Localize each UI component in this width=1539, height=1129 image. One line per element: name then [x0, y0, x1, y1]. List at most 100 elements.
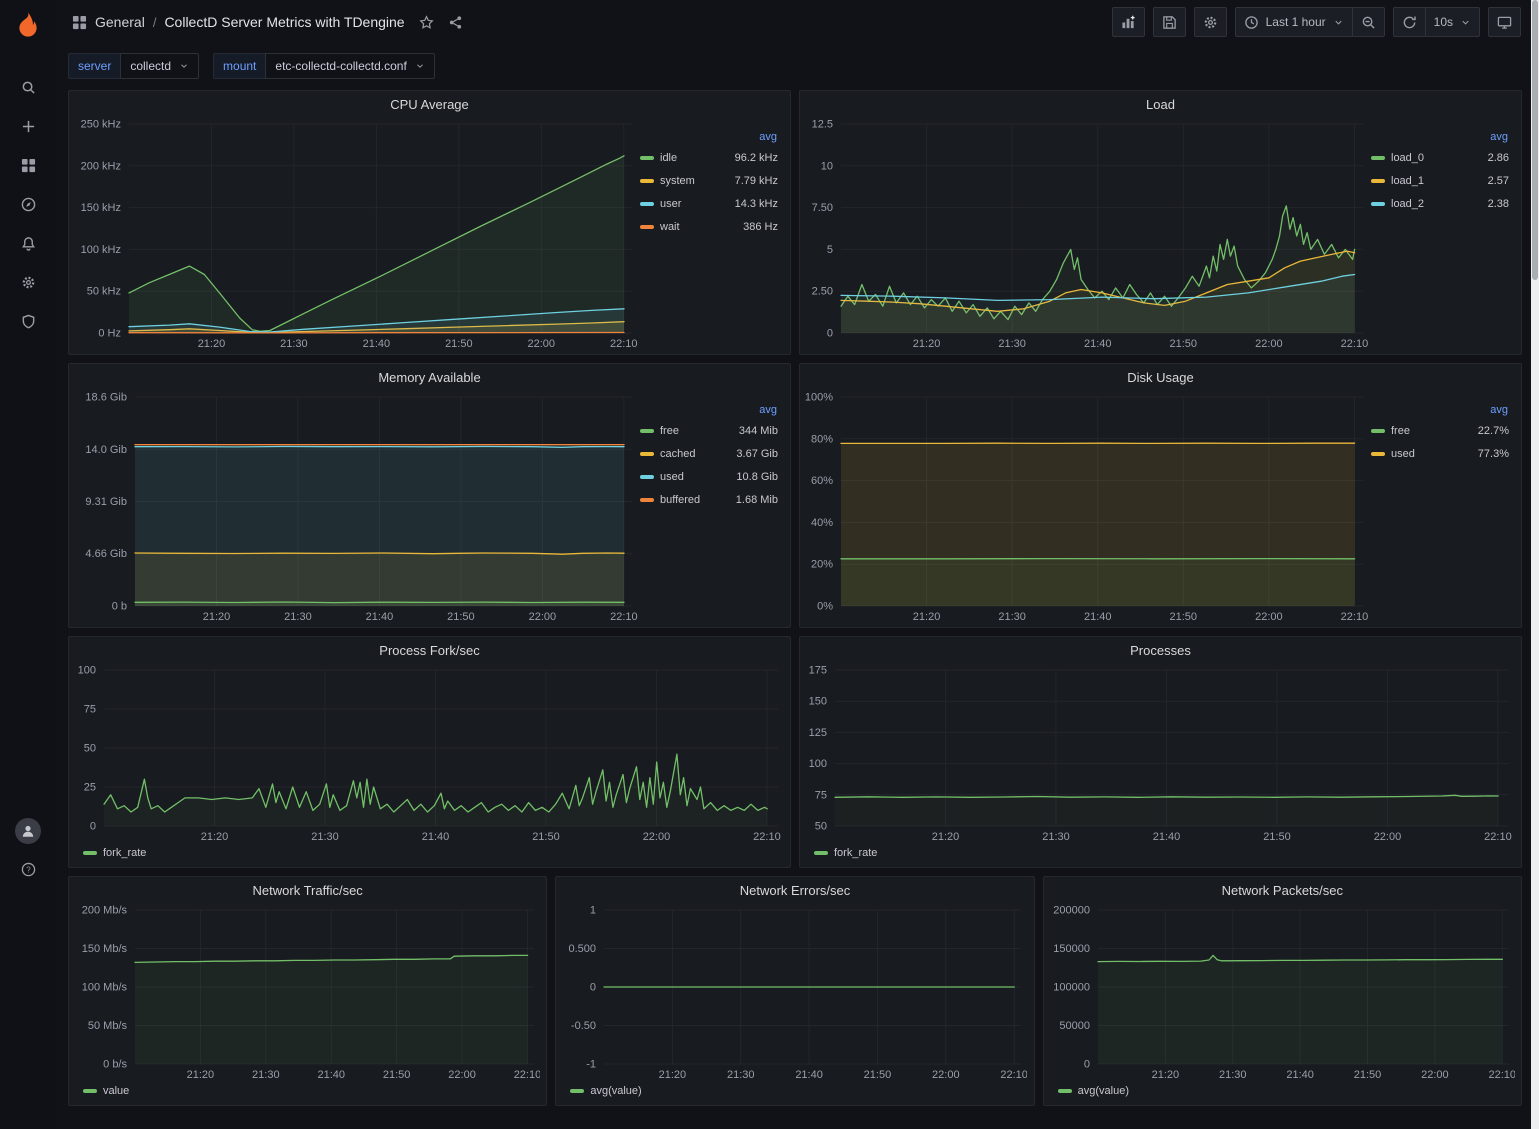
- variable-value-dropdown[interactable]: etc-collectd-collectd.conf: [265, 53, 434, 79]
- legend-item-wait[interactable]: wait386 Hz: [640, 215, 778, 238]
- panel-title[interactable]: Network Traffic/sec: [253, 883, 363, 898]
- svg-text:22:10: 22:10: [514, 1069, 540, 1081]
- panel-title[interactable]: Load: [1146, 97, 1175, 112]
- scrollbar[interactable]: [1531, 0, 1539, 1129]
- panel-title[interactable]: Network Errors/sec: [740, 883, 851, 898]
- legend: avgload_02.86load_12.57load_22.38: [1369, 117, 1515, 351]
- svg-text:125: 125: [809, 727, 827, 739]
- svg-text:21:20: 21:20: [1151, 1069, 1179, 1081]
- svg-text:21:50: 21:50: [1170, 611, 1198, 623]
- legend-item-value: 7.79 kHz: [735, 175, 778, 187]
- sidebar-search-button[interactable]: [8, 68, 48, 107]
- legend-item-user[interactable]: user14.3 kHz: [640, 192, 778, 215]
- panel-fork: Process Fork/sec 025507510021:2021:3021:4…: [68, 636, 791, 868]
- sidebar-dashboards-button[interactable]: [8, 146, 48, 185]
- legend: fork_rate: [802, 844, 1515, 864]
- variable-mount: mountetc-collectd-collectd.conf: [213, 53, 435, 79]
- panel-title[interactable]: Processes: [1130, 643, 1191, 658]
- chart-net_traffic[interactable]: 0 b/s50 Mb/s100 Mb/s150 Mb/s200 Mb/s21:2…: [71, 903, 540, 1082]
- sidebar-avatar-button[interactable]: [8, 811, 48, 850]
- save-dashboard-button[interactable]: [1153, 7, 1186, 37]
- legend-item-system[interactable]: system7.79 kHz: [640, 169, 778, 192]
- time-range-label: Last 1 hour: [1266, 15, 1326, 29]
- grafana-logo-icon[interactable]: [13, 10, 43, 40]
- dashboard-title[interactable]: CollectD Server Metrics with TDengine: [164, 14, 404, 30]
- panel-title[interactable]: Network Packets/sec: [1222, 883, 1343, 898]
- svg-text:80%: 80%: [811, 433, 833, 445]
- panel-title[interactable]: Memory Available: [378, 370, 480, 385]
- sidebar-explore-button[interactable]: [8, 185, 48, 224]
- refresh-button[interactable]: [1393, 7, 1426, 37]
- panel-title[interactable]: Disk Usage: [1127, 370, 1193, 385]
- sidebar-alerting-button[interactable]: [8, 224, 48, 263]
- scrollbar-thumb[interactable]: [1532, 0, 1538, 280]
- svg-text:14.0 Gib: 14.0 Gib: [85, 444, 127, 456]
- cycle-view-icon: [1497, 15, 1512, 30]
- cycle-view-button[interactable]: [1488, 7, 1521, 37]
- legend-item-free[interactable]: free344 Mib: [640, 419, 778, 442]
- add-panel-icon: [1121, 15, 1136, 30]
- chart-load[interactable]: 02.5057.501012.521:2021:3021:4021:5022:0…: [802, 117, 1369, 351]
- svg-text:21:50: 21:50: [447, 611, 475, 623]
- legend-item-avg(value)[interactable]: avg(value): [570, 1085, 641, 1097]
- svg-text:22:10: 22:10: [1488, 1069, 1515, 1081]
- legend-item-load_2[interactable]: load_22.38: [1371, 192, 1509, 215]
- legend-item-fork_rate[interactable]: fork_rate: [83, 847, 146, 859]
- legend-item-buffered[interactable]: buffered1.68 Mib: [640, 488, 778, 511]
- panel-title[interactable]: CPU Average: [390, 97, 469, 112]
- svg-text:21:20: 21:20: [198, 338, 226, 350]
- svg-text:21:30: 21:30: [727, 1069, 755, 1081]
- svg-text:150: 150: [809, 696, 827, 708]
- svg-text:0 b/s: 0 b/s: [103, 1059, 127, 1071]
- legend-item-used[interactable]: used10.8 Gib: [640, 465, 778, 488]
- star-icon[interactable]: [419, 15, 434, 30]
- chart-net_errors[interactable]: -1-0.5000.500121:2021:3021:4021:5022:002…: [558, 903, 1027, 1082]
- legend-item-fork_rate[interactable]: fork_rate: [814, 847, 877, 859]
- svg-text:0 Hz: 0 Hz: [98, 328, 121, 340]
- sidebar-configuration-button[interactable]: [8, 263, 48, 302]
- variable-value-dropdown[interactable]: collectd: [120, 53, 199, 79]
- legend-item-idle[interactable]: idle96.2 kHz: [640, 146, 778, 169]
- legend-swatch: [570, 1089, 584, 1093]
- svg-text:175: 175: [809, 665, 827, 677]
- legend: avg(value): [558, 1082, 1027, 1102]
- legend-item-avg(value)[interactable]: avg(value): [1058, 1085, 1129, 1097]
- clock-icon: [1244, 15, 1259, 30]
- legend-item-free[interactable]: free22.7%: [1371, 419, 1509, 442]
- legend-swatch: [83, 851, 97, 855]
- panel-net_packets: Network Packets/sec 050000100000150000200…: [1043, 876, 1522, 1106]
- refresh-controls-group: 10s: [1393, 7, 1480, 37]
- sidebar-help-button[interactable]: ?: [8, 850, 48, 889]
- configuration-icon: [21, 275, 36, 290]
- legend-item-load_0[interactable]: load_02.86: [1371, 146, 1509, 169]
- time-range-button[interactable]: Last 1 hour: [1235, 7, 1353, 37]
- legend-item-used[interactable]: used77.3%: [1371, 442, 1509, 465]
- dashboard-settings-button[interactable]: [1194, 7, 1227, 37]
- svg-text:21:30: 21:30: [1042, 831, 1070, 843]
- svg-text:22:00: 22:00: [529, 611, 557, 623]
- sidebar-server-admin-button[interactable]: [8, 302, 48, 341]
- chart-disk[interactable]: 0%20%40%60%80%100%21:2021:3021:4021:5022…: [802, 390, 1369, 624]
- chart-processes[interactable]: 507510012515017521:2021:3021:4021:5022:0…: [802, 663, 1515, 844]
- legend-item-cached[interactable]: cached3.67 Gib: [640, 442, 778, 465]
- add-panel-button[interactable]: [1112, 7, 1145, 37]
- svg-text:7.50: 7.50: [812, 202, 833, 214]
- svg-text:9.31 Gib: 9.31 Gib: [85, 496, 127, 508]
- breadcrumb-folder[interactable]: General: [95, 14, 145, 30]
- legend: value: [71, 1082, 540, 1102]
- sidebar-add-button[interactable]: [8, 107, 48, 146]
- refresh-interval-button[interactable]: 10s: [1425, 7, 1480, 37]
- chart-memory[interactable]: 0 b4.66 Gib9.31 Gib14.0 Gib18.6 Gib21:20…: [71, 390, 638, 624]
- chart-cpu[interactable]: 0 Hz50 kHz100 kHz150 kHz200 kHz250 kHz21…: [71, 117, 638, 351]
- chart-fork[interactable]: 025507510021:2021:3021:4021:5022:0022:10: [71, 663, 784, 844]
- svg-text:50: 50: [815, 821, 827, 833]
- share-icon[interactable]: [448, 15, 463, 30]
- legend-item-load_1[interactable]: load_12.57: [1371, 169, 1509, 192]
- zoom-out-button[interactable]: [1352, 7, 1385, 37]
- chart-net_packets[interactable]: 05000010000015000020000021:2021:3021:402…: [1046, 903, 1515, 1082]
- variable-value-text: collectd: [130, 59, 171, 73]
- legend-item-value[interactable]: value: [83, 1085, 129, 1097]
- panel-title[interactable]: Process Fork/sec: [379, 643, 479, 658]
- svg-text:22:00: 22:00: [932, 1069, 960, 1081]
- svg-text:22:00: 22:00: [448, 1069, 476, 1081]
